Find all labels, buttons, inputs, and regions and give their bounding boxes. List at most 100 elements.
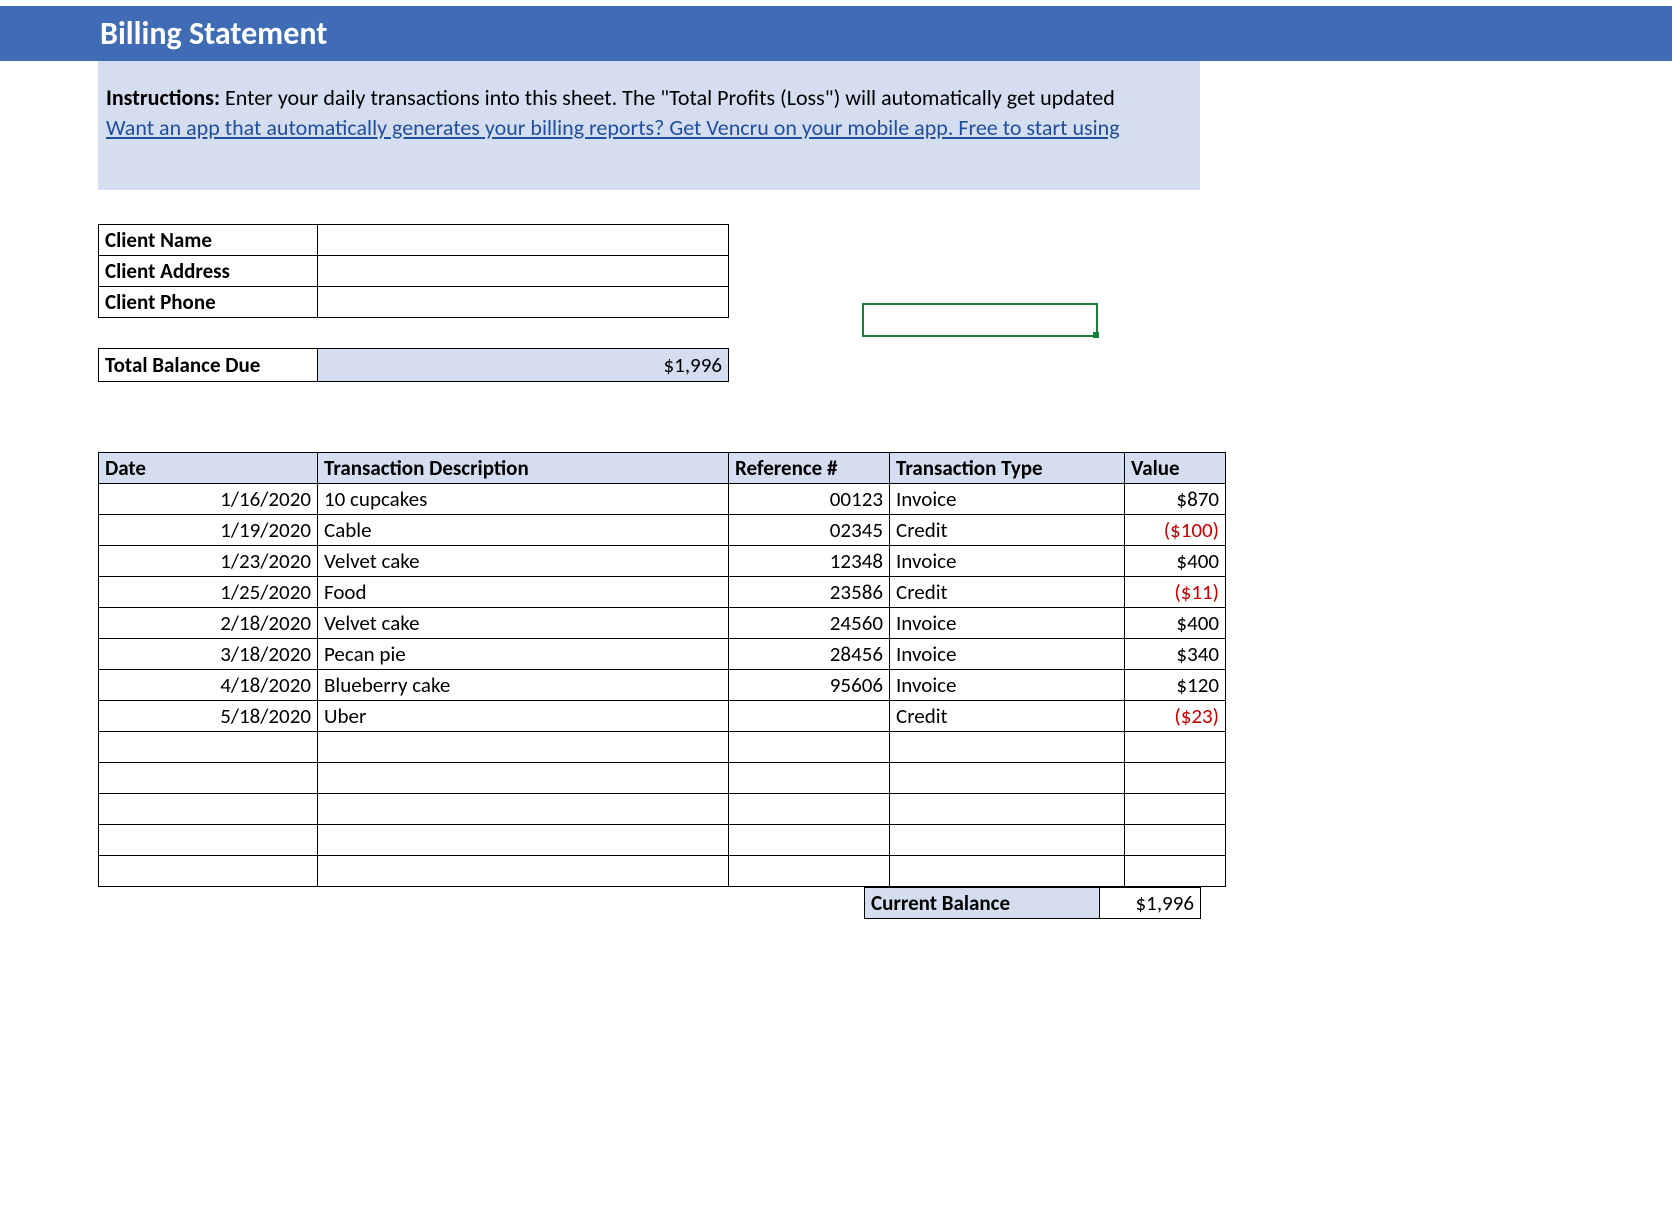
cell[interactable]: Cable [318,515,729,546]
cell[interactable] [99,856,318,887]
cell[interactable]: $120 [1125,670,1226,701]
cell[interactable]: 10 cupcakes [318,484,729,515]
cell[interactable]: Food [318,577,729,608]
cell[interactable]: Invoice [890,608,1125,639]
cell[interactable]: $400 [1125,546,1226,577]
cell[interactable]: ($23) [1125,701,1226,732]
client-address-label: Client Address [99,256,318,287]
current-balance-value: $1,996 [1100,888,1201,919]
current-balance-label: Current Balance [865,888,1100,919]
cell[interactable]: Uber [318,701,729,732]
cell[interactable]: 2/18/2020 [99,608,318,639]
title-bar: Billing Statement [0,6,1672,61]
cell[interactable]: $340 [1125,639,1226,670]
cell[interactable] [1125,732,1226,763]
cell[interactable]: Velvet cake [318,608,729,639]
cell[interactable]: 95606 [729,670,890,701]
cell[interactable]: ($100) [1125,515,1226,546]
cell[interactable]: Blueberry cake [318,670,729,701]
cell[interactable] [729,732,890,763]
cell[interactable]: Credit [890,701,1125,732]
cell[interactable]: $870 [1125,484,1226,515]
client-phone-label: Client Phone [99,287,318,318]
client-info-table: Client Name Client Address Client Phone [98,224,729,318]
cell[interactable] [890,763,1125,794]
table-row [99,856,1226,887]
table-row: 1/16/202010 cupcakes00123Invoice$870 [99,484,1226,515]
cell[interactable]: Velvet cake [318,546,729,577]
cell[interactable] [99,794,318,825]
cell[interactable] [890,856,1125,887]
header-desc[interactable]: Transaction Description [318,453,729,484]
transactions-table: Date Transaction Description Reference #… [98,452,1226,887]
cell[interactable]: Pecan pie [318,639,729,670]
header-date[interactable]: Date [99,453,318,484]
cell[interactable]: Invoice [890,670,1125,701]
selected-cell[interactable] [862,303,1098,337]
cell[interactable]: 1/16/2020 [99,484,318,515]
header-type[interactable]: Transaction Type [890,453,1125,484]
cell[interactable]: 1/23/2020 [99,546,318,577]
cell[interactable]: $400 [1125,608,1226,639]
cell[interactable] [729,825,890,856]
cell[interactable] [318,794,729,825]
cell[interactable]: Credit [890,515,1125,546]
table-row [99,732,1226,763]
cell[interactable] [729,701,890,732]
cell[interactable]: Invoice [890,484,1125,515]
cell[interactable]: 4/18/2020 [99,670,318,701]
cell[interactable]: 1/19/2020 [99,515,318,546]
table-row: 1/23/2020Velvet cake12348Invoice$400 [99,546,1226,577]
table-row: 1/19/2020Cable02345Credit($100) [99,515,1226,546]
client-phone-cell[interactable] [318,287,729,318]
instructions-label: Instructions: [106,84,220,111]
page-title: Billing Statement [100,14,327,53]
table-row [99,794,1226,825]
header-val[interactable]: Value [1125,453,1226,484]
cell[interactable]: 23586 [729,577,890,608]
cell[interactable]: 5/18/2020 [99,701,318,732]
cell[interactable]: Credit [890,577,1125,608]
total-balance-value: $1,996 [318,349,729,382]
cell[interactable] [1125,825,1226,856]
cell[interactable] [890,794,1125,825]
cell[interactable] [1125,856,1226,887]
cell[interactable]: Invoice [890,546,1125,577]
cell[interactable] [1125,763,1226,794]
cell[interactable] [890,825,1125,856]
table-row [99,763,1226,794]
cell[interactable] [318,825,729,856]
cell[interactable] [1125,794,1226,825]
cell[interactable]: 3/18/2020 [99,639,318,670]
table-row: 2/18/2020Velvet cake24560Invoice$400 [99,608,1226,639]
vencru-link[interactable]: Want an app that automatically generates… [106,114,1120,141]
cell[interactable]: 02345 [729,515,890,546]
total-balance-table: Total Balance Due $1,996 [98,348,729,382]
cell[interactable] [318,732,729,763]
cell[interactable] [890,732,1125,763]
table-row: 1/25/2020Food23586Credit($11) [99,577,1226,608]
cell[interactable] [729,856,890,887]
current-balance-table: Current Balance $1,996 [864,887,1201,919]
cell[interactable]: 12348 [729,546,890,577]
cell[interactable] [99,825,318,856]
cell[interactable] [99,732,318,763]
instructions-text: Enter your daily transactions into this … [220,84,1115,111]
cell[interactable] [729,794,890,825]
cell[interactable]: 00123 [729,484,890,515]
cell[interactable]: 24560 [729,608,890,639]
cell[interactable] [318,856,729,887]
cell[interactable] [729,763,890,794]
fill-handle[interactable] [1093,332,1099,338]
cell[interactable]: 28456 [729,639,890,670]
table-row: 5/18/2020Uber Credit($23) [99,701,1226,732]
cell[interactable]: Invoice [890,639,1125,670]
instructions-box: Instructions: Enter your daily transacti… [98,61,1200,190]
cell[interactable]: 1/25/2020 [99,577,318,608]
cell[interactable] [318,763,729,794]
client-address-cell[interactable] [318,256,729,287]
cell[interactable]: ($11) [1125,577,1226,608]
header-ref[interactable]: Reference # [729,453,890,484]
cell[interactable] [99,763,318,794]
client-name-cell[interactable] [318,225,729,256]
